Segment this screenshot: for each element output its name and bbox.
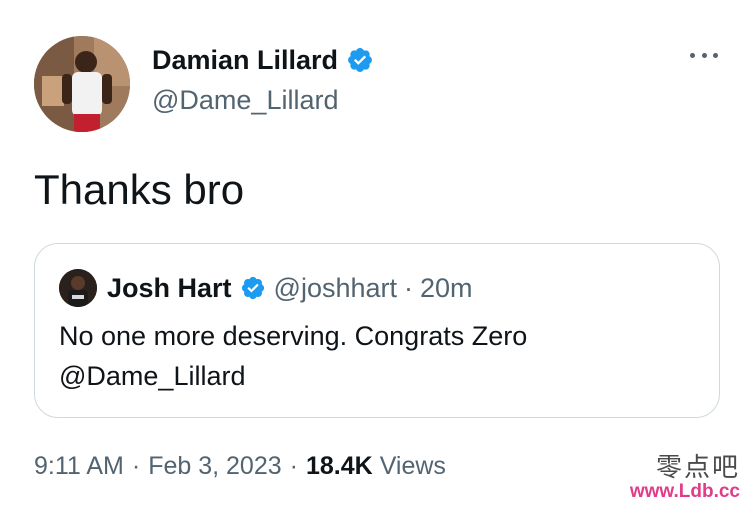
quoted-separator: · [404,272,414,303]
quoted-header: Josh Hart @joshhart · 20m [107,270,473,306]
tweet-date[interactable]: Feb 3, 2023 [148,452,281,481]
meta-separator: · [131,452,141,480]
author-handle[interactable]: @Dame_Lillard [152,84,338,116]
quoted-tweet[interactable]: Josh Hart @joshhart · 20m No one more de… [34,243,720,418]
author-name-row: Damian Lillard [152,44,374,76]
views-label: Views [379,452,446,480]
tweet-time[interactable]: 9:11 AM [34,452,124,481]
quoted-time: 20m [420,272,473,303]
more-dot [701,52,707,58]
quoted-handle: @joshhart [273,272,398,303]
meta-separator: · [289,452,298,480]
watermark-chinese: 零点吧 [655,452,740,483]
watermark: 零点吧 www.Ldb.cc [629,452,740,503]
verified-badge-icon [240,275,266,301]
more-dot [713,52,718,58]
more-options-icon[interactable] [690,50,718,60]
tweet-text: Thanks bro [34,166,245,213]
tweet-meta: 9:11 AM · Feb 3, 2023 · 18.4K Views [34,452,446,481]
tweet-card: Damian Lillard @Dame_Lillard Thanks bro … [0,0,750,510]
quoted-display-name: Josh Hart [107,272,232,303]
verified-badge-icon [346,46,374,74]
more-dot [690,52,695,58]
author-avatar[interactable] [34,36,130,132]
views-count[interactable]: 18.4K [306,452,373,481]
quoted-author-avatar [59,269,97,307]
quoted-text: No one more deserving. Congrats Zero @Da… [59,321,528,391]
author-display-name[interactable]: Damian Lillard [152,44,338,76]
watermark-url: www.Ldb.cc [629,481,740,503]
